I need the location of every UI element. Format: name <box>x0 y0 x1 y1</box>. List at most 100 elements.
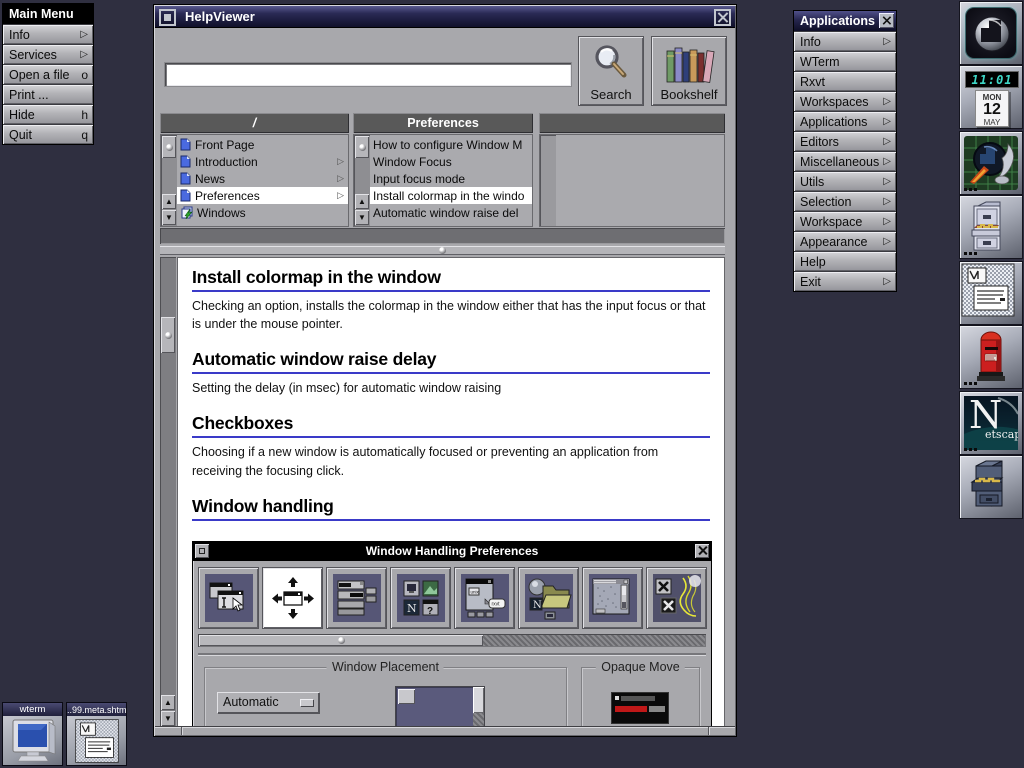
menu-item-open-a-file[interactable]: Open a file o <box>3 64 93 84</box>
dock-tile-netscape[interactable]: N etscape <box>959 391 1023 455</box>
submenu-arrow-icon <box>80 30 88 40</box>
helpviewer-titlebar[interactable]: HelpViewer <box>155 6 735 28</box>
submenu-arrow-icon <box>883 37 891 47</box>
digital-clock-display: 11:01 <box>965 71 1019 88</box>
preference-tabs: N ? unix rxvt <box>198 567 706 629</box>
section-body: Checking an option, installs the colorma… <box>192 297 710 333</box>
miniaturize-button[interactable] <box>159 9 176 26</box>
scroll-down-button[interactable] <box>161 711 175 726</box>
close-button[interactable] <box>714 9 731 26</box>
svg-text:?: ? <box>427 606 433 617</box>
browser-row-introduction[interactable]: Introduction <box>177 153 348 170</box>
dock-tile-paint-app[interactable] <box>959 131 1023 195</box>
browser-row-selected[interactable]: Install colormap in the windo <box>370 187 532 204</box>
apps-item-selection[interactable]: Selection <box>794 191 896 211</box>
tab-dialog-appearance <box>582 567 643 629</box>
browser-row-news[interactable]: News <box>177 170 348 187</box>
browser-row[interactable]: Input focus mode <box>370 170 532 187</box>
submenu-arrow-icon <box>883 277 891 287</box>
dock-tile-gnustep-logo[interactable] <box>959 1 1023 65</box>
content-scrollbar[interactable] <box>160 257 176 727</box>
browser-row[interactable]: Automatic window raise del <box>370 204 532 221</box>
embedded-window-title: Window Handling Preferences <box>366 544 539 558</box>
apps-item-rxvt[interactable]: Rxvt <box>794 71 896 91</box>
applications-folder-icon: N <box>525 574 573 622</box>
tab-window-move-selected <box>262 567 323 629</box>
apps-item-help[interactable]: Help <box>794 251 896 271</box>
browser-row-preferences[interactable]: Preferences <box>177 187 348 204</box>
browser-row[interactable]: How to configure Window M <box>370 136 532 153</box>
dock-tile-file-manager[interactable] <box>959 455 1023 519</box>
menu-item-quit[interactable]: Quit q <box>3 124 93 144</box>
scroll-knob[interactable] <box>161 317 175 353</box>
menu-item-hide[interactable]: Hide h <box>3 104 93 124</box>
running-indicator <box>964 382 977 385</box>
svg-text:rxvt: rxvt <box>491 601 500 607</box>
svg-text:unix: unix <box>470 589 479 594</box>
text-editor-icon <box>73 718 121 764</box>
placement-preview <box>395 686 485 727</box>
scroll-up-button[interactable] <box>355 194 369 209</box>
apps-item-wterm[interactable]: WTerm <box>794 51 896 71</box>
apps-item-exit[interactable]: Exit <box>794 271 896 291</box>
apps-item-applications[interactable]: Applications <box>794 111 896 131</box>
mail-pillarbox-icon <box>960 326 1022 388</box>
dock-tile-file-cabinet[interactable] <box>959 195 1023 259</box>
dock-tile-clock[interactable]: 11:01 MON 12 MAY <box>959 65 1023 129</box>
miniwindow-wterm[interactable]: wterm <box>2 702 63 766</box>
apps-item-appearance[interactable]: Appearance <box>794 231 896 251</box>
tab-window-focus <box>326 567 387 629</box>
close-button[interactable] <box>879 13 894 28</box>
browser-row[interactable]: Window Focus <box>370 153 532 170</box>
search-input[interactable] <box>164 62 572 87</box>
menu-item-print[interactable]: Print ... <box>3 84 93 104</box>
apps-item-editors[interactable]: Editors <box>794 131 896 151</box>
browser-horizontal-scrollbar[interactable] <box>160 228 725 244</box>
browser-row-front-page[interactable]: Front Page <box>177 136 348 153</box>
dock-tile-text-editor[interactable] <box>959 261 1023 325</box>
apps-item-utils[interactable]: Utils <box>794 171 896 191</box>
scroll-down-button[interactable] <box>162 210 176 225</box>
applications-menu-title[interactable]: Applications <box>794 11 896 31</box>
scroll-knob[interactable] <box>162 136 176 158</box>
scroll-down-button[interactable] <box>355 210 369 225</box>
column-scrollbar[interactable] <box>161 135 177 226</box>
dock-tile-mailbox[interactable] <box>959 325 1023 389</box>
browser-row-windows[interactable]: Windows <box>177 204 348 221</box>
tab-desktop-icons: N ? <box>390 567 451 629</box>
resize-bar[interactable] <box>155 726 735 735</box>
scroll-knob <box>199 635 483 646</box>
main-menu-title[interactable]: Main Menu <box>3 4 93 24</box>
submenu-arrow-icon <box>883 137 891 147</box>
menu-item-info[interactable]: Info <box>3 24 93 44</box>
scroll-up-button[interactable] <box>161 695 175 710</box>
group-label: Opaque Move <box>596 660 685 674</box>
scroll-knob[interactable] <box>355 136 369 158</box>
divider-line <box>198 653 706 655</box>
document-icon <box>180 155 191 168</box>
apps-item-info[interactable]: Info <box>794 31 896 51</box>
column-header: / <box>160 113 349 133</box>
popup-handle-icon <box>300 699 313 706</box>
shortcut-key: q <box>81 128 88 142</box>
splitview-divider[interactable] <box>160 246 725 255</box>
running-indicator <box>964 188 977 191</box>
bookshelf-button[interactable]: Bookshelf <box>651 36 727 106</box>
scroll-up-button[interactable] <box>162 194 176 209</box>
gnustep-logo-icon <box>965 7 1017 59</box>
submenu-arrow-icon <box>883 97 891 107</box>
column-scrollbar[interactable] <box>354 135 370 226</box>
embedded-screenshot-window: Window Handling Preferences <box>192 541 712 727</box>
apps-item-workspace[interactable]: Workspace <box>794 211 896 231</box>
tab-terminal-emulator: unix rxvt <box>454 567 515 629</box>
apps-item-workspaces[interactable]: Workspaces <box>794 91 896 111</box>
menu-item-services[interactable]: Services <box>3 44 93 64</box>
group-label: Window Placement <box>327 660 444 674</box>
miniaturize-button <box>195 544 209 558</box>
close-icon <box>882 16 891 25</box>
search-button[interactable]: Search <box>578 36 644 106</box>
apps-item-miscellaneous[interactable]: Miscellaneous <box>794 151 896 171</box>
submenu-arrow-icon <box>883 157 891 167</box>
document-icon <box>180 189 191 202</box>
miniwindow-shtml-document[interactable]: ...99.meta.shtml <box>66 702 127 766</box>
